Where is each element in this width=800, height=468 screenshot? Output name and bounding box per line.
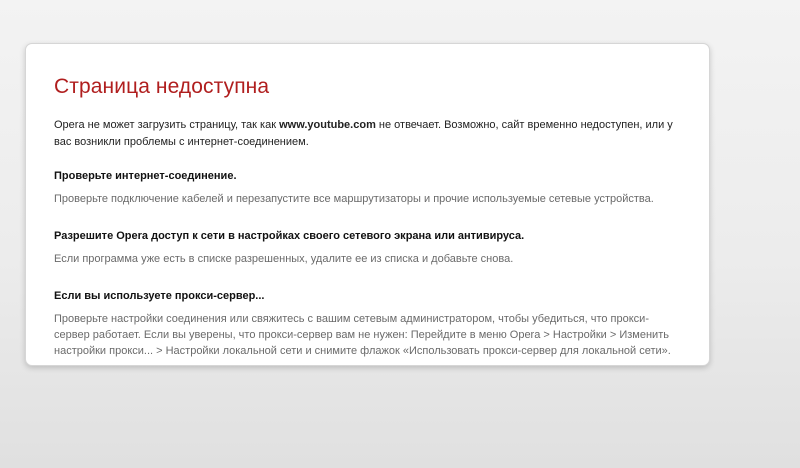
tip-firewall: Разрешите Opera доступ к сети в настройк… (54, 228, 681, 267)
tip-proxy: Если вы используете прокси-сервер... Про… (54, 288, 681, 359)
error-card: Страница недоступна Opera не может загру… (25, 43, 710, 366)
tip-heading: Если вы используете прокси-сервер... (54, 290, 265, 302)
tip-text: Если программа уже есть в списке разреше… (54, 253, 514, 265)
intro-prefix: Opera не может загрузить страницу, так к… (54, 119, 280, 131)
tip-heading: Разрешите Opera доступ к сети в настройк… (54, 230, 525, 242)
tip-heading: Проверьте интернет-соединение. (54, 170, 237, 182)
site-address: www.youtube.com (279, 119, 376, 131)
tip-text: Проверьте настройки соединения или свяжи… (54, 313, 671, 357)
tip-text: Проверьте подключение кабелей и перезапу… (54, 193, 654, 205)
tip-check-connection: Проверьте интернет-соединение. Проверьте… (54, 168, 681, 207)
error-intro: Opera не может загрузить страницу, так к… (54, 117, 681, 151)
page-title: Страница недоступна (54, 75, 270, 98)
